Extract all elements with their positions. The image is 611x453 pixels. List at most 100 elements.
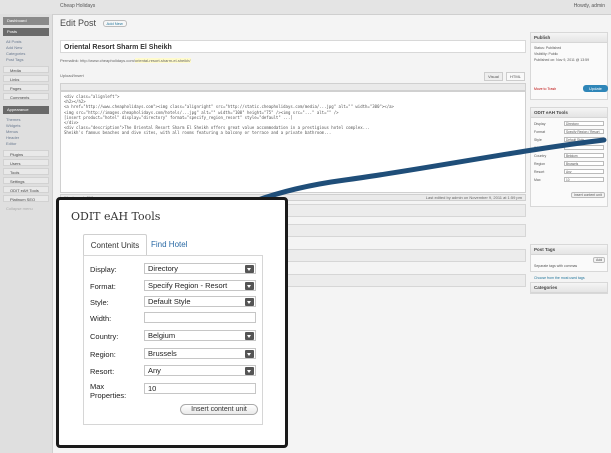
insert-content-unit-button[interactable]: Insert content unit [180,404,258,415]
tab-visual[interactable]: Visual [484,72,503,81]
tags-hint: Separate tags with commas [534,264,578,268]
howdy-user[interactable]: Howdy, admin [574,3,605,9]
chevron-down-icon[interactable] [245,265,254,273]
post-tags-title: Post Tags [531,245,607,255]
edit-post-heading: Edit Post [60,18,97,28]
display-label: Display: [90,265,117,274]
chevron-down-icon[interactable] [245,282,254,290]
mini-select[interactable]: Belgium [564,153,604,158]
max-label-line1: Max [90,382,105,391]
permalink: Permalink: http://www.cheapholidays.com/… [60,58,191,63]
format-select[interactable]: Specify Region - Resort [144,280,256,291]
mini-label: Resort [534,170,545,174]
menu-tools[interactable]: Tools [3,168,49,175]
mini-label: Display [534,122,546,126]
odit-tools-box: ODIT eAH Tools Display Directory Format … [530,107,608,207]
upload-insert[interactable]: Upload/Insert [60,73,84,78]
menu-appearance[interactable]: Appearance [3,106,49,114]
menu-appearance-widgets[interactable]: Widgets [6,123,20,128]
menu-pages[interactable]: Pages [3,84,49,91]
display-select[interactable]: Directory [144,263,256,274]
menu-posts-all[interactable]: All Posts [6,39,22,44]
publish-box-title: Publish [531,33,607,43]
odit-box-title: ODIT eAH Tools [531,108,607,118]
display-value: Directory [148,264,179,273]
format-value: Specify Region - Resort [148,281,228,290]
mini-insert-button[interactable]: Insert content unit [571,192,605,198]
mini-label: Max [534,178,541,182]
region-value: Brussels [148,349,177,358]
mini-select[interactable]: Specify Region / Resort [564,129,604,134]
menu-appearance-themes[interactable]: Themes [6,117,20,122]
post-title-input[interactable]: Oriental Resort Sharm El Sheikh [60,40,526,53]
publish-box: Publish Status: Published Visibility: Pu… [530,32,608,100]
style-select[interactable]: Default Style [144,296,256,307]
chevron-down-icon[interactable] [245,332,254,340]
region-label: Region: [90,350,116,359]
width-label: Width: [90,314,112,323]
mini-select[interactable]: Brussels [564,161,604,166]
max-properties-input[interactable]: 10 [144,383,256,394]
chevron-down-icon[interactable] [245,367,254,375]
menu-comments[interactable]: Comments [3,93,49,100]
mini-label: Region [534,162,546,166]
add-tag-button-wrap[interactable]: Add [593,257,606,263]
content-line: Sheikh's famous beaches and dive sites, … [64,130,332,136]
mini-input[interactable]: 10 [564,177,604,182]
menu-posts-tags[interactable]: Post Tags [6,57,24,62]
page-title: Edit Post Add New [60,18,127,28]
mini-select[interactable]: Directory [564,121,604,126]
style-label: Style: [90,298,109,307]
mini-select[interactable]: Default Style [564,137,604,142]
edit-post-sidebar: Publish Status: Published Visibility: Pu… [530,14,611,453]
menu-posts[interactable]: Posts [3,28,49,36]
tab-find-hotel[interactable]: Find Hotel [151,234,187,256]
max-label-line2: Properties: [90,391,127,400]
width-input[interactable] [144,312,256,323]
popup-title: ODIT eAH Tools [71,210,161,223]
max-properties-label: Max Properties: [90,382,126,400]
country-label: Country: [90,332,119,341]
mini-label: Country [534,154,547,158]
resort-select[interactable]: Any [144,365,256,376]
add-new-button[interactable]: Add New [102,20,127,28]
site-name[interactable]: Cheap Holidays [60,3,95,9]
style-value: Default Style [148,297,191,306]
publish-status: Status: Published [534,46,562,50]
mini-input[interactable] [564,145,604,150]
move-to-trash-link[interactable]: Move to Trash [534,87,556,91]
menu-appearance-editor[interactable]: Editor [6,141,16,146]
editor-toolbar [60,83,526,97]
menu-users[interactable]: Users [3,159,49,166]
menu-posts-add[interactable]: Add New [6,45,22,50]
choose-tags-link[interactable]: Choose from the most used tags [534,276,585,280]
region-select[interactable]: Brussels [144,348,256,359]
country-value: Belgium [148,331,176,340]
menu-settings[interactable]: Settings [3,177,49,184]
resort-label: Resort: [90,367,115,376]
update-button[interactable]: Update [583,85,608,92]
menu-links[interactable]: Links [3,75,49,82]
menu-odit[interactable]: ODIT eAH Tools [3,186,49,193]
menu-appearance-menus[interactable]: Menus [6,129,18,134]
menu-collapse[interactable]: Collapse menu [6,206,33,211]
menu-plugins[interactable]: Plugins [3,150,49,157]
country-select[interactable]: Belgium [144,330,256,341]
admin-bar: Cheap Holidays Howdy, admin [0,0,611,15]
menu-platinum-seo[interactable]: Platinum SEO [3,195,49,202]
tab-html[interactable]: HTML [506,72,525,81]
chevron-down-icon[interactable] [245,298,254,306]
menu-posts-categories[interactable]: Categories [6,51,25,56]
post-tags-box: Post Tags Add Separate tags with commas [530,244,608,272]
tab-content-units[interactable]: Content Units [83,234,147,256]
post-content-textarea[interactable]: <div class="alignleft"> <h2></h2> <a hre… [60,91,526,193]
menu-appearance-header[interactable]: Header [6,135,19,140]
content-units-panel: Display: Directory Format: Specify Regio… [83,255,263,425]
publish-visibility: Visibility: Public [534,52,559,56]
mini-select[interactable]: Any [564,169,604,174]
menu-media[interactable]: Media [3,66,49,73]
permalink-slug[interactable]: oriental-resort-sharm-el-sheikh/ [134,58,191,63]
resort-value: Any [148,366,161,375]
menu-dashboard[interactable]: Dashboard [3,17,49,25]
chevron-down-icon[interactable] [245,350,254,358]
